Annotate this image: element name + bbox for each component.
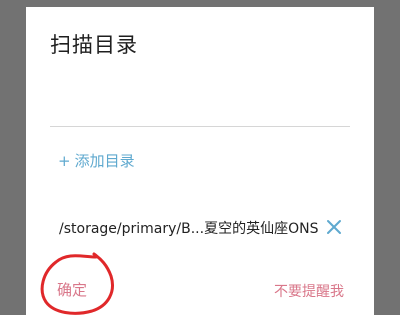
add-directory-label: 添加目录 <box>74 152 135 170</box>
add-directory-button[interactable]: + 添加目录 <box>58 150 135 171</box>
divider <box>50 126 350 127</box>
plus-icon: + <box>58 152 71 170</box>
directory-path: /storage/primary/B...夏空的英仙座ONS <box>59 221 319 237</box>
confirm-button[interactable]: 确定 <box>57 279 87 300</box>
close-icon[interactable] <box>325 218 343 236</box>
dont-remind-button[interactable]: 不要提醒我 <box>274 281 344 301</box>
dialog-title: 扫描目录 <box>50 33 138 57</box>
scan-directory-dialog: 扫描目录 + 添加目录 /storage/primary/B...夏空的英仙座ON… <box>26 7 374 315</box>
